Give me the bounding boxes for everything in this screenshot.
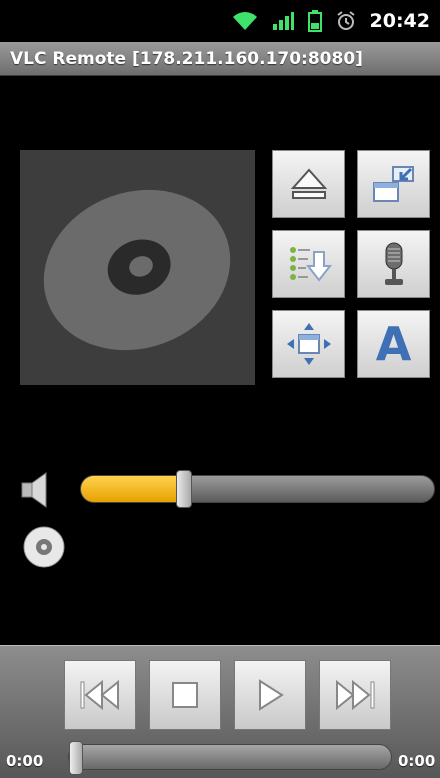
signal-icon xyxy=(272,12,294,30)
play-button[interactable] xyxy=(234,660,306,730)
minimize-window-icon xyxy=(372,166,414,202)
volume-slider-fill xyxy=(81,476,184,502)
skip-previous-icon xyxy=(80,679,119,711)
disc-icon xyxy=(43,189,231,351)
volume-slider[interactable] xyxy=(80,470,435,508)
alarm-icon xyxy=(336,11,355,30)
wifi-icon xyxy=(232,12,257,30)
subtitles-button[interactable]: A xyxy=(357,310,430,378)
skip-next-icon xyxy=(336,679,375,711)
app-title: VLC Remote [178.211.160.170:8080] xyxy=(10,48,363,69)
status-bar: 20:42 xyxy=(0,0,440,42)
battery-icon xyxy=(307,10,322,32)
letter-a-icon: A xyxy=(375,317,412,371)
seek-slider-thumb[interactable] xyxy=(69,741,83,775)
windowed-mode-button[interactable] xyxy=(357,150,430,218)
eject-icon xyxy=(290,168,327,199)
stop-icon xyxy=(172,682,198,708)
elapsed-time: 0:00 xyxy=(6,752,44,770)
playlist-button[interactable] xyxy=(272,230,345,298)
microphone-icon xyxy=(384,242,403,285)
volume-slider-thumb[interactable] xyxy=(175,470,192,508)
cd-icon[interactable] xyxy=(22,525,66,569)
album-art xyxy=(20,150,255,385)
previous-button[interactable] xyxy=(64,660,136,730)
audio-track-button[interactable] xyxy=(357,230,430,298)
total-time: 0:00 xyxy=(398,752,436,770)
stop-button[interactable] xyxy=(149,660,221,730)
fullscreen-button[interactable] xyxy=(272,310,345,378)
play-icon xyxy=(259,679,284,711)
move-arrows-icon xyxy=(286,323,331,365)
speaker-icon[interactable] xyxy=(18,470,60,510)
app-title-bar: VLC Remote [178.211.160.170:8080] xyxy=(0,42,440,76)
seek-slider[interactable] xyxy=(68,741,392,775)
playlist-icon xyxy=(289,247,332,282)
eject-button[interactable] xyxy=(272,150,345,218)
status-clock: 20:42 xyxy=(369,10,430,32)
next-button[interactable] xyxy=(319,660,391,730)
